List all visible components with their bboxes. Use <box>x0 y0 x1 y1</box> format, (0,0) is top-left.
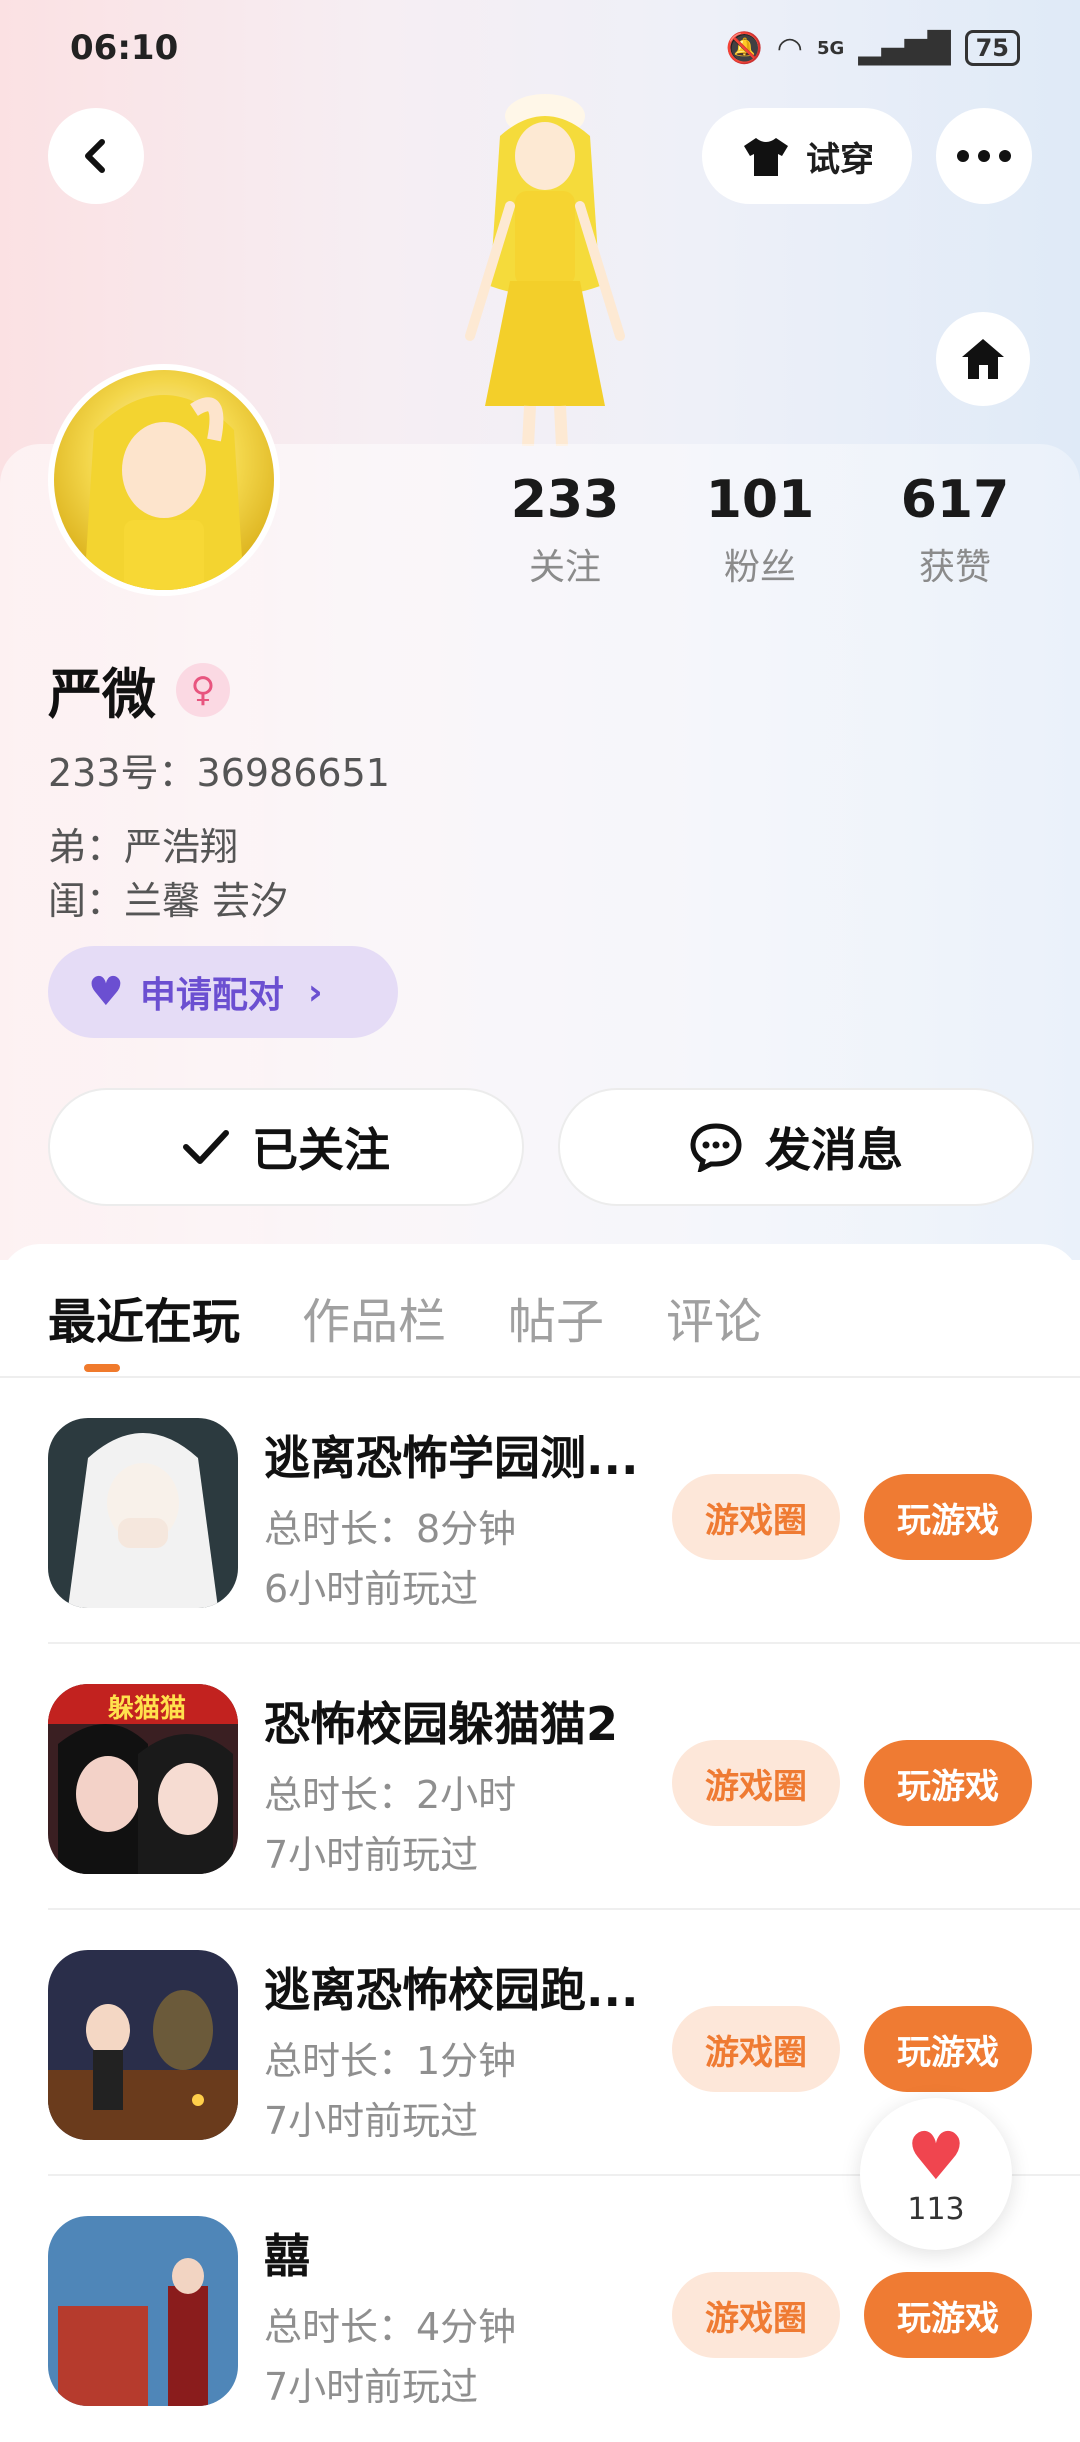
stat-followers[interactable]: 101 粉丝 <box>675 470 845 590</box>
avatar[interactable] <box>48 364 280 596</box>
try-on-label: 试穿 <box>806 139 874 180</box>
game-icon <box>48 2216 238 2406</box>
user-id: 233号：36986651 <box>48 751 390 795</box>
game-title: 囍 <box>264 2229 310 2283</box>
tshirt-icon <box>744 138 788 176</box>
play-game-button[interactable]: 玩游戏 <box>864 2006 1032 2092</box>
status-bar: 06:10 🔕 ◠ 5G ▂▄▆█ 75 <box>0 0 1080 100</box>
signal-icon: ▂▄▆█ <box>858 30 951 66</box>
game-duration: 总时长：2小时 <box>264 1773 517 1817</box>
send-message-button[interactable]: 发消息 <box>558 1088 1034 1206</box>
like-widget[interactable]: ♥ 113 <box>860 2098 1012 2250</box>
game-icon-art <box>48 2216 238 2406</box>
avatar-image <box>54 370 274 590</box>
chevron-left-icon <box>85 139 105 173</box>
tab-recently-played[interactable]: 最近在玩 <box>48 1282 240 1352</box>
game-title: 逃离恐怖学园测... <box>264 1431 639 1485</box>
stat-label: 获赞 <box>918 547 991 588</box>
game-icon-text: 躲猫猫 <box>108 1694 187 1724</box>
play-game-button[interactable]: 玩游戏 <box>864 1474 1032 1560</box>
stats-row: 233 关注 101 粉丝 617 获赞 <box>480 470 1040 590</box>
profile-name: 严微 <box>48 663 156 726</box>
active-tab-indicator <box>84 1364 120 1372</box>
game-duration: 总时长：4分钟 <box>264 2305 517 2349</box>
stat-label: 关注 <box>528 547 601 588</box>
game-circle-button[interactable]: 游戏圈 <box>672 1474 840 1560</box>
game-last-played: 7小时前玩过 <box>264 2099 479 2143</box>
more-dots-icon <box>957 150 1011 162</box>
game-circle-button[interactable]: 游戏圈 <box>672 2006 840 2092</box>
back-button[interactable] <box>48 108 144 204</box>
stat-likes[interactable]: 617 获赞 <box>870 470 1040 590</box>
play-game-button[interactable]: 玩游戏 <box>864 1740 1032 1826</box>
heart-pair-icon: ♥ <box>88 969 124 1015</box>
game-title: 逃离恐怖校园跑... <box>264 1963 639 2017</box>
pair-label: 申请配对 <box>139 975 284 1016</box>
female-icon: ♀ <box>176 662 230 717</box>
name-row: 严微 ♀ <box>48 650 230 729</box>
stat-value: 233 <box>510 470 620 530</box>
chat-bubble-icon <box>690 1123 742 1172</box>
network-label: 5G <box>816 37 845 59</box>
game-last-played: 7小时前玩过 <box>264 2365 479 2409</box>
request-pair-button[interactable]: ♥ 申请配对 › <box>48 946 398 1038</box>
try-on-button[interactable]: 试穿 <box>702 108 912 204</box>
game-icon <box>48 1418 238 1608</box>
more-button[interactable] <box>936 108 1032 204</box>
like-count: 113 <box>907 2191 965 2227</box>
game-icon-art <box>48 1950 238 2140</box>
avatar-art <box>84 395 244 590</box>
list-item[interactable]: 逃离恐怖学园测... 总时长：8分钟 6小时前玩过 游戏圈 玩游戏 <box>0 1378 1080 1644</box>
following-label: 已关注 <box>252 1123 390 1177</box>
list-item[interactable]: 躲猫猫 恐怖校园躲猫猫2 总时长：2小时 7小时前玩过 游戏圈 玩游戏 <box>0 1644 1080 1910</box>
chevron-right-icon: › <box>307 971 323 1013</box>
send-message-label: 发消息 <box>765 1123 903 1177</box>
mute-icon: 🔕 <box>725 30 763 66</box>
tab-posts[interactable]: 帖子 <box>508 1282 604 1352</box>
relation-brother: 弟：严浩翔 <box>48 825 239 869</box>
game-title: 恐怖校园躲猫猫2 <box>264 1697 619 1751</box>
game-circle-button[interactable]: 游戏圈 <box>672 1740 840 1826</box>
battery-icon: 75 <box>964 30 1020 66</box>
status-time: 06:10 <box>70 28 179 68</box>
character-3d-avatar <box>465 94 625 446</box>
game-duration: 总时长：1分钟 <box>264 2039 517 2083</box>
check-icon <box>183 1130 229 1164</box>
game-icon <box>48 1950 238 2140</box>
home-button[interactable] <box>936 312 1030 406</box>
stat-value: 617 <box>900 470 1010 530</box>
wifi-icon: ◠ <box>776 30 803 66</box>
game-duration: 总时长：8分钟 <box>264 1507 517 1551</box>
game-icon: 躲猫猫 <box>48 1684 238 1874</box>
tab-comments[interactable]: 评论 <box>666 1282 762 1352</box>
tab-bar: 最近在玩 作品栏 帖子 评论 <box>48 1282 762 1352</box>
tab-works[interactable]: 作品栏 <box>302 1282 446 1352</box>
game-circle-button[interactable]: 游戏圈 <box>672 2272 840 2358</box>
home-icon <box>962 339 1004 379</box>
game-last-played: 6小时前玩过 <box>264 1567 479 1611</box>
stat-label: 粉丝 <box>723 547 796 588</box>
status-icons: 🔕 ◠ 5G ▂▄▆█ 75 <box>725 30 1020 66</box>
stat-following[interactable]: 233 关注 <box>480 470 650 590</box>
game-icon-art <box>48 1418 238 1608</box>
relation-bestie: 闺：兰馨 芸汐 <box>48 879 289 923</box>
play-game-button[interactable]: 玩游戏 <box>864 2272 1032 2358</box>
following-button[interactable]: 已关注 <box>48 1088 524 1206</box>
game-last-played: 7小时前玩过 <box>264 1833 479 1877</box>
stat-value: 101 <box>705 470 815 530</box>
heart-icon: ♥ <box>906 2117 966 2195</box>
